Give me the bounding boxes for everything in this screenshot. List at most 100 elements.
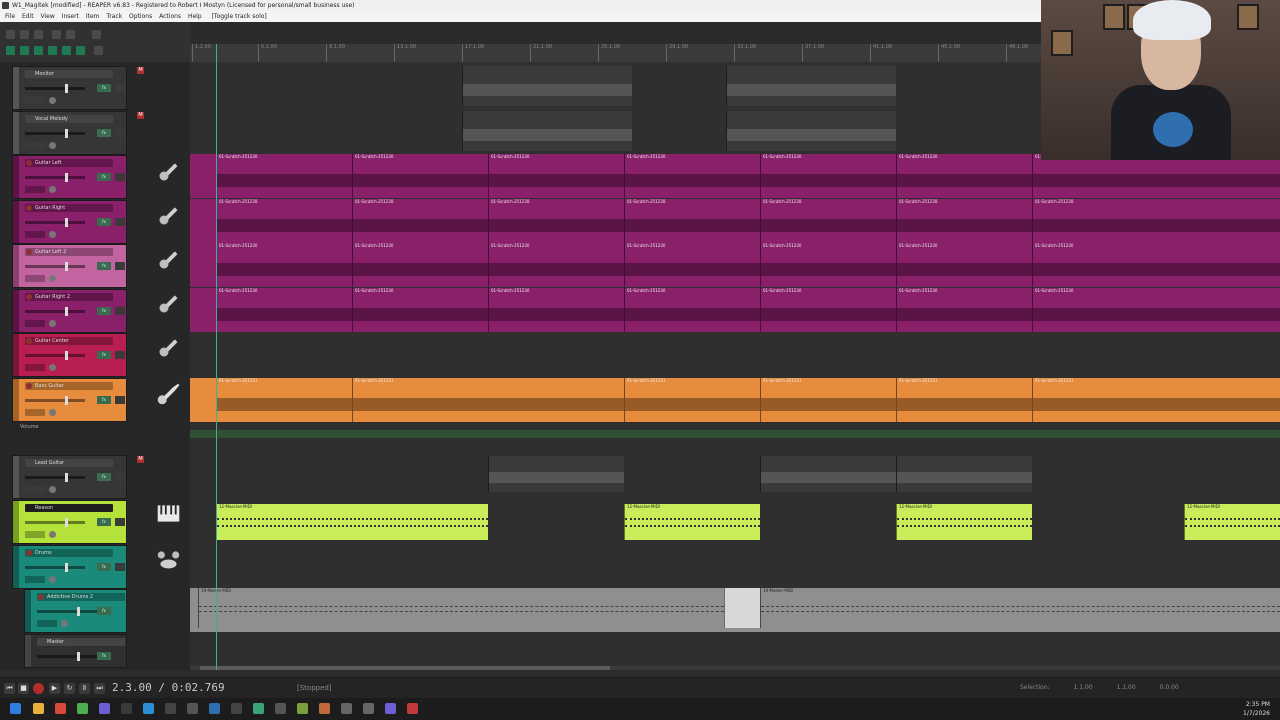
io-button[interactable] — [115, 173, 125, 181]
fx-button[interactable]: fx — [97, 473, 111, 481]
fx-button[interactable]: fx — [97, 262, 111, 270]
undo-icon[interactable] — [52, 30, 61, 39]
media-item[interactable]: 01-Scratch-251230 — [896, 288, 1032, 332]
media-item[interactable]: 01-Scratch-251230 — [352, 243, 488, 287]
mute-button[interactable]: M — [137, 67, 144, 74]
track-guitar-right[interactable]: Guitar Right fx — [12, 200, 127, 244]
track-name[interactable]: Lead Guitar — [25, 459, 113, 467]
volume-fader[interactable] — [25, 129, 85, 138]
track-guitar-left-2[interactable]: Guitar Left 2 fx — [12, 244, 127, 288]
pause-button[interactable]: Ⅱ — [79, 683, 90, 694]
go-to-start-button[interactable]: ⏮ — [4, 683, 15, 694]
browser-icon[interactable] — [55, 703, 66, 714]
pan-knob[interactable] — [49, 275, 56, 282]
play-button[interactable]: ▶ — [49, 683, 60, 694]
io-button[interactable] — [115, 84, 125, 92]
media-item[interactable]: 01-Scratch-251231 — [624, 378, 760, 422]
app-icon[interactable] — [319, 703, 330, 714]
menu-file[interactable]: File — [5, 11, 15, 22]
volume-fader[interactable] — [37, 607, 97, 616]
pan-knob[interactable] — [49, 186, 56, 193]
volume-fader[interactable] — [25, 262, 85, 271]
media-item[interactable] — [462, 66, 632, 106]
media-item[interactable]: 01-Scratch-251230 — [760, 154, 896, 198]
media-item[interactable] — [488, 456, 624, 492]
automation-mode-button[interactable] — [25, 576, 45, 583]
app-icon[interactable] — [253, 703, 264, 714]
media-item[interactable]: 01-Scratch-251230 — [1032, 243, 1280, 287]
automation-mode-button[interactable] — [25, 364, 45, 371]
chrome-icon[interactable] — [77, 703, 88, 714]
menu-track[interactable]: Track — [106, 11, 122, 22]
volume-fader[interactable] — [25, 84, 85, 93]
fx-button[interactable]: fx — [97, 518, 111, 526]
horizontal-scrollbar[interactable] — [190, 666, 1280, 670]
snap-icon[interactable] — [20, 46, 29, 55]
discord-icon[interactable] — [99, 703, 110, 714]
new-project-icon[interactable] — [6, 30, 15, 39]
media-item[interactable]: 01-Scratch-251230 — [1032, 154, 1280, 198]
volume-fader[interactable] — [25, 473, 85, 482]
media-item[interactable]: 01-Scratch-251230 — [624, 199, 760, 243]
fx-button[interactable]: fx — [97, 129, 111, 137]
system-clock[interactable]: 2:35 PM 1/7/2026 — [1243, 700, 1270, 718]
io-button[interactable] — [115, 262, 125, 270]
track-name[interactable]: Guitar Left 2 — [25, 248, 113, 256]
media-item[interactable]: 01-Scratch-251230 — [216, 199, 352, 243]
fx-button[interactable]: fx — [97, 563, 111, 571]
app-icon[interactable] — [385, 703, 396, 714]
media-item[interactable] — [896, 456, 1032, 492]
automation-mode-button[interactable] — [25, 97, 45, 104]
toggle-track-solo[interactable]: [Toggle track solo] — [212, 11, 267, 22]
file-explorer-icon[interactable] — [33, 703, 44, 714]
track-guitar-left[interactable]: Guitar Left fx — [12, 155, 127, 199]
pan-knob[interactable] — [49, 320, 56, 327]
media-item[interactable]: 01-Scratch-251230 — [896, 243, 1032, 287]
obs-icon[interactable] — [121, 703, 132, 714]
envelope-lock-icon[interactable] — [76, 46, 85, 55]
media-item[interactable]: 01-Scratch-251230 — [896, 154, 1032, 198]
fx-button[interactable]: fx — [97, 607, 111, 615]
volume-fader[interactable] — [25, 518, 85, 527]
metronome-icon[interactable] — [92, 30, 101, 39]
pan-knob[interactable] — [49, 231, 56, 238]
io-button[interactable] — [115, 563, 125, 571]
track-drums[interactable]: Drums fx — [12, 545, 127, 589]
io-button[interactable] — [115, 307, 125, 315]
app-icon[interactable] — [363, 703, 374, 714]
media-item[interactable]: 01-Scratch-251230 — [216, 243, 352, 287]
media-item[interactable]: 01-Scratch-251231 — [216, 378, 352, 422]
menu-help[interactable]: Help — [188, 11, 202, 22]
media-item[interactable] — [760, 456, 896, 492]
mute-button[interactable]: M — [137, 112, 144, 119]
automation-mode-button[interactable] — [25, 409, 45, 416]
volume-fader[interactable] — [25, 563, 85, 572]
media-item[interactable] — [462, 111, 632, 151]
auto-crossfade-icon[interactable] — [62, 46, 71, 55]
track-name[interactable]: Vocal Melody — [25, 115, 113, 123]
track-name[interactable]: Guitar Left — [25, 159, 113, 167]
ripple-icon[interactable] — [34, 46, 43, 55]
midi-item[interactable]: 12-Massive-MIDI — [624, 504, 760, 540]
volume-fader[interactable] — [25, 351, 85, 360]
volume-fader[interactable] — [25, 396, 85, 405]
track-name[interactable]: Addictive Drums 2 — [37, 593, 125, 601]
pan-knob[interactable] — [49, 531, 56, 538]
media-item[interactable]: 01-Scratch-251230 — [624, 154, 760, 198]
media-item[interactable]: 01-Scratch-251230 — [352, 154, 488, 198]
menu-actions[interactable]: Actions — [159, 11, 181, 22]
volume-envelope-line[interactable] — [190, 430, 1280, 438]
volume-fader[interactable] — [37, 652, 97, 661]
app-icon[interactable] — [165, 703, 176, 714]
app-icon[interactable] — [187, 703, 198, 714]
time-display[interactable]: 2.3.00 / 0:02.769 — [112, 681, 225, 694]
midi-item[interactable]: 12-Massive-MIDI — [216, 504, 488, 540]
media-item[interactable]: 01-Scratch-251230 — [896, 199, 1032, 243]
automation-mode-button[interactable] — [25, 231, 45, 238]
track-reason[interactable]: Reason fx — [12, 500, 127, 544]
media-item[interactable]: 01-Scratch-251230 — [488, 199, 624, 243]
app-icon[interactable] — [209, 703, 220, 714]
track-guitar-right-2[interactable]: Guitar Right 2 fx — [12, 289, 127, 333]
automation-mode-button[interactable] — [25, 186, 45, 193]
media-item[interactable]: 01-Scratch-251231 — [760, 378, 896, 422]
